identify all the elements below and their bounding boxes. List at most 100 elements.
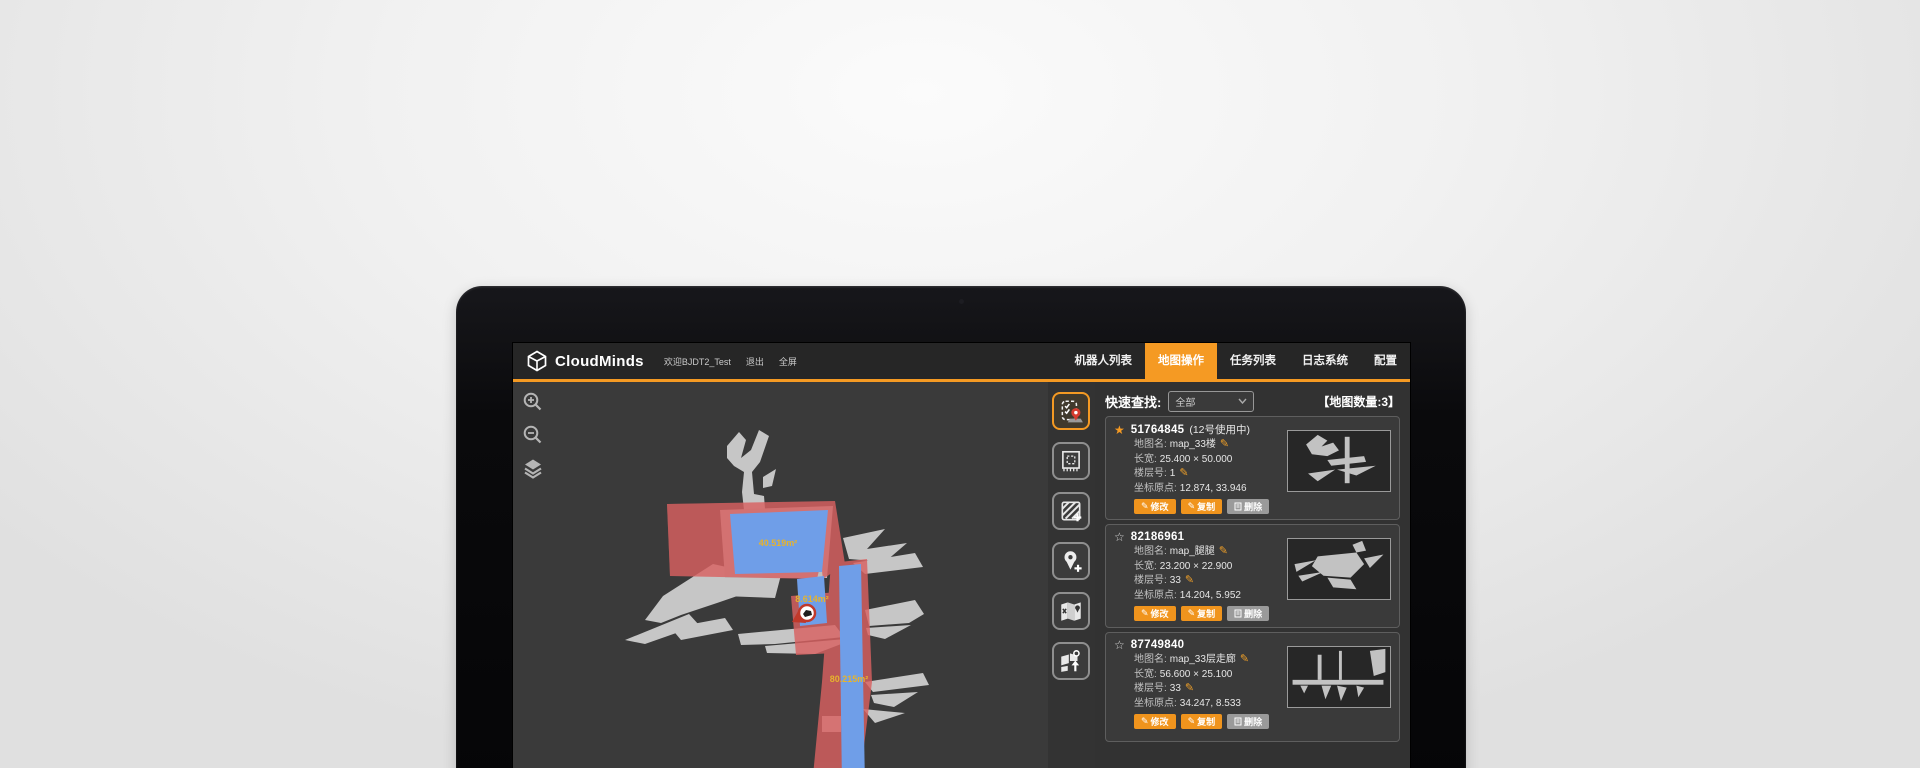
add-point-tool-icon [1058,548,1084,574]
map-name-value: map_33层走廊 [1170,654,1236,665]
delete-icon [1234,717,1242,726]
chevron-down-icon [1238,398,1247,404]
app-screen: CloudMinds 欢迎BJDT2_Test 退出 全屏 机器人列表 地图操作… [513,343,1410,768]
map-size-label: 长宽: [1134,669,1157,680]
favorite-star-icon[interactable]: ☆ [1114,530,1125,544]
edit-name-pencil-icon[interactable]: ✎ [1219,545,1228,557]
map-viewport[interactable]: 40.519m² 8.614m² 80.215m² [513,382,1048,768]
floor-value: 33 [1170,575,1181,586]
area-label-2: 8.614m² [795,594,829,604]
brand-name: CloudMinds [555,353,644,370]
map-id: 51764845 [1131,424,1185,436]
map-marker-tool-button[interactable] [1052,592,1090,630]
map-marker-tool-icon [1058,598,1084,624]
delete-map-button[interactable]: 删除 [1227,499,1269,514]
layers-button[interactable] [521,456,545,480]
edit-name-pencil-icon[interactable]: ✎ [1220,438,1229,450]
map-id: 82186961 [1131,531,1185,543]
area-label-1: 40.519m² [759,538,798,548]
origin-label: 坐标原点: [1134,483,1177,494]
edit-floor-pencil-icon[interactable]: ✎ [1185,574,1194,586]
delete-map-button[interactable]: 删除 [1227,606,1269,621]
logout-link[interactable]: 退出 [746,355,764,368]
add-point-tool-button[interactable] [1052,542,1090,580]
point-list-tool-icon [1058,398,1084,424]
copy-map-button[interactable]: ✎复制 [1181,606,1223,621]
copy-map-button[interactable]: ✎复制 [1181,714,1223,729]
map-zoom-controls [521,390,545,480]
fullscreen-link[interactable]: 全屏 [779,355,797,368]
panel-header: 快速查找: 全部 【地图数量:3】 [1105,389,1400,413]
copy-map-button[interactable]: ✎复制 [1181,499,1223,514]
map-size-value: 25.400 × 50.000 [1160,454,1233,465]
map-card-list: ★ 51764845 (12号使用中) 地图名:map_33楼✎ 长宽:25.4… [1105,416,1400,746]
modify-map-button[interactable]: ✎修改 [1134,714,1176,729]
area-label-3: 80.215m² [830,674,869,684]
measure-tool-button[interactable] [1052,442,1090,480]
add-area-tool-icon [1058,498,1084,524]
floor-map-canvas[interactable]: 40.519m² 8.614m² 80.215m² [513,382,1048,768]
map-card: ☆ 87749840 地图名:map_33层走廊 ✎ 长宽:56.600 × 25… [1105,632,1400,742]
nav-item-robot-list[interactable]: 机器人列表 [1062,343,1146,382]
nav-item-config[interactable]: 配置 [1361,343,1410,382]
map-name-value: map_腿腿 [1170,546,1215,557]
map-thumbnail-image [1288,431,1388,489]
modify-map-button[interactable]: ✎修改 [1134,606,1176,621]
origin-value: 14.204, 5.952 [1180,590,1241,601]
floor-value: 1 [1170,468,1176,479]
add-area-tool-button[interactable] [1052,492,1090,530]
point-list-tool-button[interactable] [1052,392,1090,430]
edit-floor-pencil-icon[interactable]: ✎ [1185,682,1194,694]
cube-logo-icon [526,350,548,372]
brand-logo[interactable]: CloudMinds [526,343,644,379]
map-thumbnail[interactable] [1287,538,1391,600]
pencil-icon: ✎ [1188,716,1196,727]
floor-label: 楼层号: [1134,683,1167,694]
welcome-text: 欢迎BJDT2_Test [664,355,731,368]
zoom-in-icon [522,391,544,413]
floor-value: 33 [1170,683,1181,694]
zoom-out-icon [522,424,544,446]
edit-floor-pencil-icon[interactable]: ✎ [1179,467,1188,479]
edit-name-pencil-icon[interactable]: ✎ [1240,653,1249,665]
map-name-label: 地图名: [1134,654,1167,665]
pencil-icon: ✎ [1141,501,1149,512]
zoom-out-button[interactable] [521,423,545,447]
origin-label: 坐标原点: [1134,590,1177,601]
top-navbar: CloudMinds 欢迎BJDT2_Test 退出 全屏 机器人列表 地图操作… [513,343,1410,382]
map-toolbar [1048,382,1095,768]
favorite-star-icon[interactable]: ★ [1114,423,1125,437]
map-thumbnail-image [1288,539,1388,597]
map-thumbnail[interactable] [1287,430,1391,492]
map-thumbnail-image [1288,647,1388,705]
map-walls [625,430,929,732]
floor-label: 楼层号: [1134,468,1167,479]
map-size-value: 56.600 × 25.100 [1160,669,1233,680]
pencil-icon: ✎ [1141,716,1149,727]
map-size-value: 23.200 × 22.900 [1160,561,1233,572]
map-id: 87749840 [1131,639,1185,651]
filter-dropdown[interactable]: 全部 [1168,391,1254,412]
map-size-label: 长宽: [1134,454,1157,465]
pencil-icon: ✎ [1141,608,1149,619]
favorite-star-icon[interactable]: ☆ [1114,638,1125,652]
map-name-label: 地图名: [1134,546,1167,557]
measure-tool-icon [1058,448,1084,474]
origin-value: 12.874, 33.946 [1180,483,1247,494]
modify-map-button[interactable]: ✎修改 [1134,499,1176,514]
origin-value: 34.247, 8.533 [1180,698,1241,709]
map-name-label: 地图名: [1134,439,1167,450]
zoom-in-button[interactable] [521,390,545,414]
map-thumbnail[interactable] [1287,646,1391,708]
map-name-value: map_33楼 [1170,439,1216,450]
map-card: ☆ 82186961 地图名:map_腿腿✎ 长宽:23.200 × 22.90… [1105,524,1400,628]
delete-map-button[interactable]: 删除 [1227,714,1269,729]
nav-item-task-list[interactable]: 任务列表 [1217,343,1289,382]
upload-map-tool-icon [1058,648,1084,674]
upload-map-tool-button[interactable] [1052,642,1090,680]
nav-item-log-system[interactable]: 日志系统 [1289,343,1361,382]
laptop-frame: CloudMinds 欢迎BJDT2_Test 退出 全屏 机器人列表 地图操作… [456,286,1466,768]
pencil-icon: ✎ [1188,608,1196,619]
filter-selected-value: 全部 [1175,394,1238,409]
nav-item-map-operation[interactable]: 地图操作 [1145,343,1217,382]
